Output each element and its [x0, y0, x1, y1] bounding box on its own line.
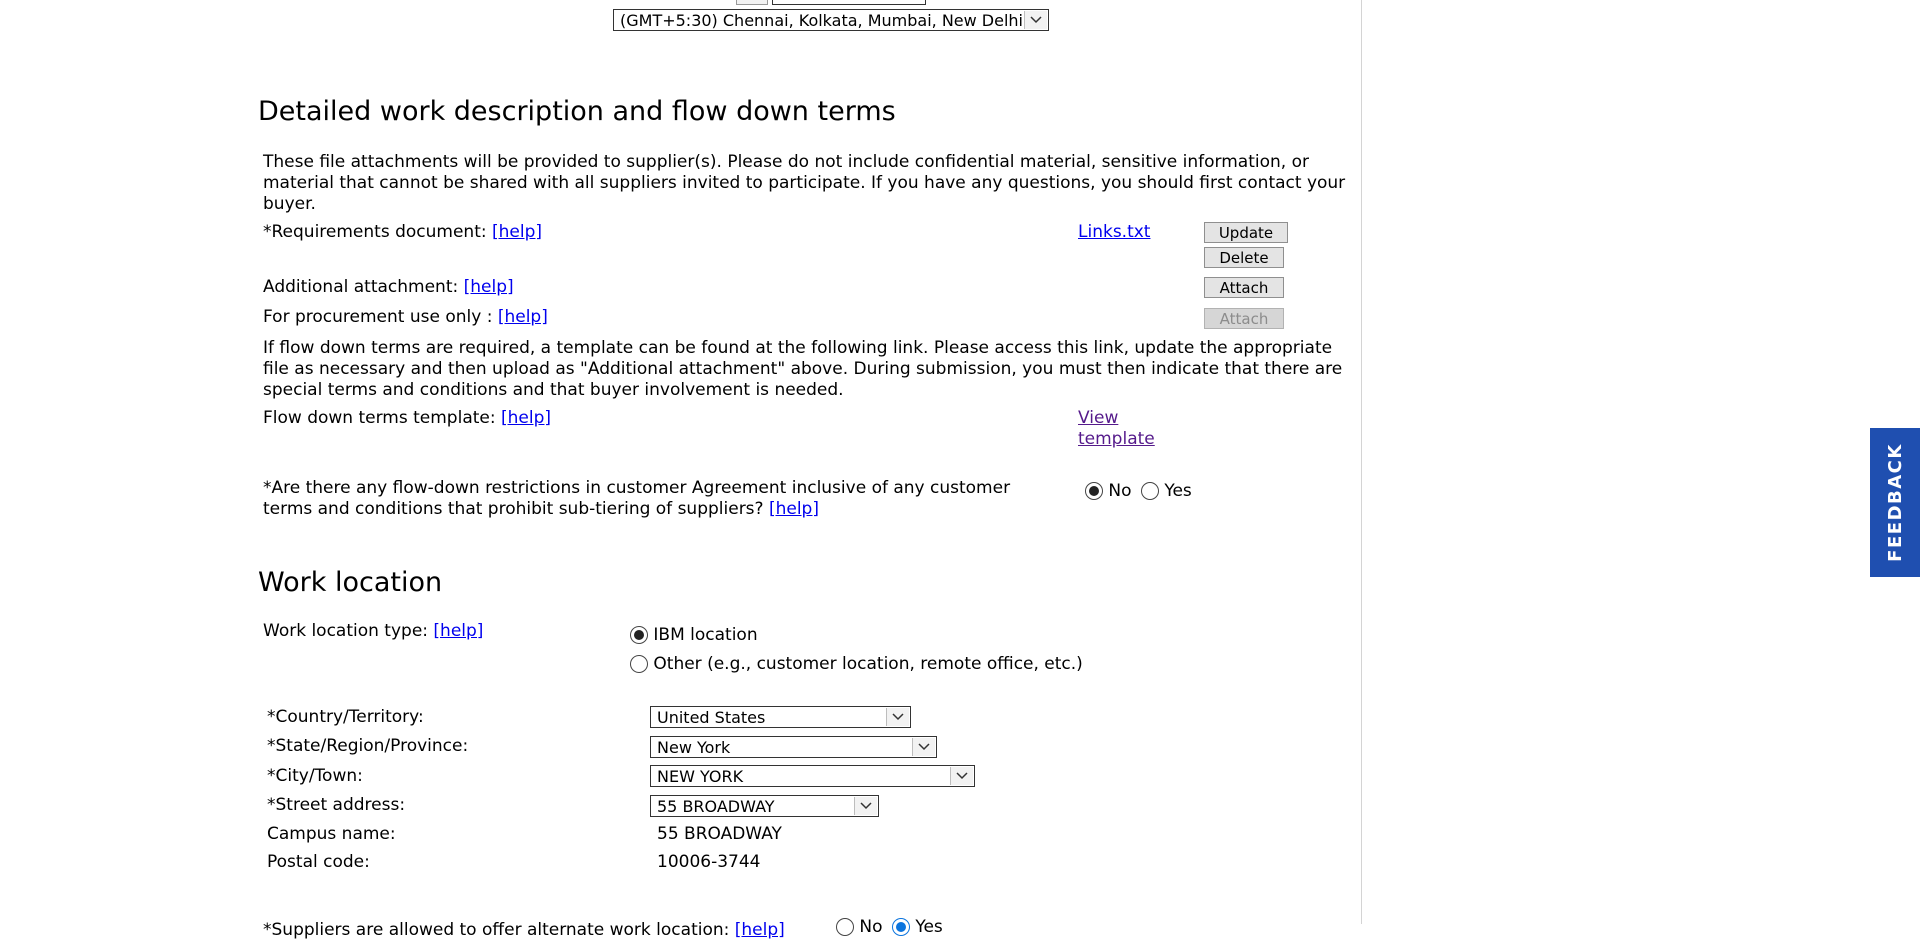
other-location-radio[interactable]: [630, 655, 648, 673]
state-value: New York: [657, 737, 731, 757]
work-location-type-row: Work location type: [help]: [263, 621, 483, 641]
state-label: *State/Region/Province:: [267, 736, 469, 756]
postal-value: 10006-3744: [657, 852, 761, 872]
chevron-down-icon: [912, 738, 935, 756]
alternate-location-options: No Yes: [836, 917, 943, 937]
ibm-location-radio[interactable]: [630, 626, 648, 644]
additional-help-link[interactable]: [help]: [464, 277, 514, 297]
campus-value: 55 BROADWAY: [657, 824, 782, 844]
additional-attachment-label: Additional attachment:: [263, 277, 459, 297]
delete-button[interactable]: Delete: [1204, 247, 1284, 268]
procurement-row: For procurement use only : [help]: [263, 307, 548, 327]
restrictions-radio-yes[interactable]: [1140, 482, 1159, 500]
restrictions-question-text: *Are there any flow-down restrictions in…: [263, 478, 1011, 519]
flow-down-text: If flow down terms are required, a templ…: [263, 338, 1343, 400]
alternate-help-link[interactable]: [help]: [735, 920, 785, 940]
additional-attachment-row: Additional attachment: [help]: [263, 277, 514, 297]
requirements-row: *Requirements document: [help]: [263, 222, 542, 242]
feedback-label: FEEDBACK: [1884, 443, 1906, 562]
cut-off-controls: [736, 0, 926, 5]
attach-button[interactable]: Attach: [1204, 277, 1284, 298]
city-value: NEW YORK: [657, 766, 744, 786]
restrictions-options: No Yes: [1085, 481, 1192, 501]
city-select[interactable]: NEW YORK: [650, 765, 975, 787]
work-location-other-option: Other (e.g., customer location, remote o…: [630, 654, 1083, 674]
country-label: *Country/Territory:: [267, 707, 424, 727]
street-value: 55 BROADWAY: [657, 796, 775, 816]
alternate-location-row: *Suppliers are allowed to offer alternat…: [263, 920, 785, 940]
section-title-detailed: Detailed work description and flow down …: [258, 96, 896, 127]
procurement-help-link[interactable]: [help]: [498, 307, 548, 327]
requirements-help-link[interactable]: [help]: [492, 222, 542, 242]
chevron-down-icon: [854, 797, 877, 815]
state-select[interactable]: New York: [650, 736, 937, 758]
restrictions-radio-no[interactable]: [1085, 482, 1103, 500]
work-location-help-link[interactable]: [help]: [433, 621, 483, 641]
content-divider: [1361, 0, 1362, 924]
restrictions-yes-label: Yes: [1164, 481, 1192, 501]
work-location-ibm-option: IBM location: [630, 625, 758, 645]
timezone-value: (GMT+5:30) Chennai, Kolkata, Mumbai, New…: [620, 10, 1023, 30]
section-title-work-location: Work location: [258, 567, 443, 598]
work-location-type-label: Work location type:: [263, 621, 429, 641]
alternate-location-label: *Suppliers are allowed to offer alternat…: [263, 920, 730, 940]
feedback-tab[interactable]: FEEDBACK: [1870, 428, 1920, 577]
template-help-link[interactable]: [help]: [501, 408, 551, 428]
city-label: *City/Town:: [267, 766, 363, 786]
template-row: Flow down terms template: [help]: [263, 408, 551, 428]
alternate-radio-yes[interactable]: [891, 918, 910, 936]
campus-label: Campus name:: [267, 824, 396, 844]
alternate-radio-no[interactable]: [836, 918, 854, 936]
attach-button-disabled: Attach: [1204, 308, 1284, 329]
chevron-down-icon: [950, 767, 973, 785]
street-select[interactable]: 55 BROADWAY: [650, 795, 879, 817]
timezone-select[interactable]: (GMT+5:30) Chennai, Kolkata, Mumbai, New…: [613, 9, 1049, 31]
restrictions-no-label: No: [1108, 481, 1132, 501]
restrictions-question: *Are there any flow-down restrictions in…: [263, 478, 1063, 520]
requirements-file-link[interactable]: Links.txt: [1078, 222, 1150, 242]
ibm-location-label: IBM location: [653, 625, 758, 645]
procurement-label: For procurement use only :: [263, 307, 493, 327]
chevron-down-icon: [1024, 11, 1047, 29]
street-label: *Street address:: [267, 795, 406, 815]
view-template-link[interactable]: View template: [1078, 408, 1158, 450]
country-select[interactable]: United States: [650, 706, 911, 728]
alternate-yes-label: Yes: [915, 917, 943, 937]
other-location-label: Other (e.g., customer location, remote o…: [653, 654, 1083, 674]
attachments-intro-text: These file attachments will be provided …: [263, 152, 1346, 214]
update-button[interactable]: Update: [1204, 222, 1288, 243]
chevron-down-icon: [886, 708, 909, 726]
postal-label: Postal code:: [267, 852, 370, 872]
alternate-no-label: No: [859, 917, 883, 937]
requirements-label: *Requirements document:: [263, 222, 487, 242]
country-value: United States: [657, 707, 766, 727]
template-label: Flow down terms template:: [263, 408, 496, 428]
restrictions-help-link[interactable]: [help]: [769, 499, 819, 519]
